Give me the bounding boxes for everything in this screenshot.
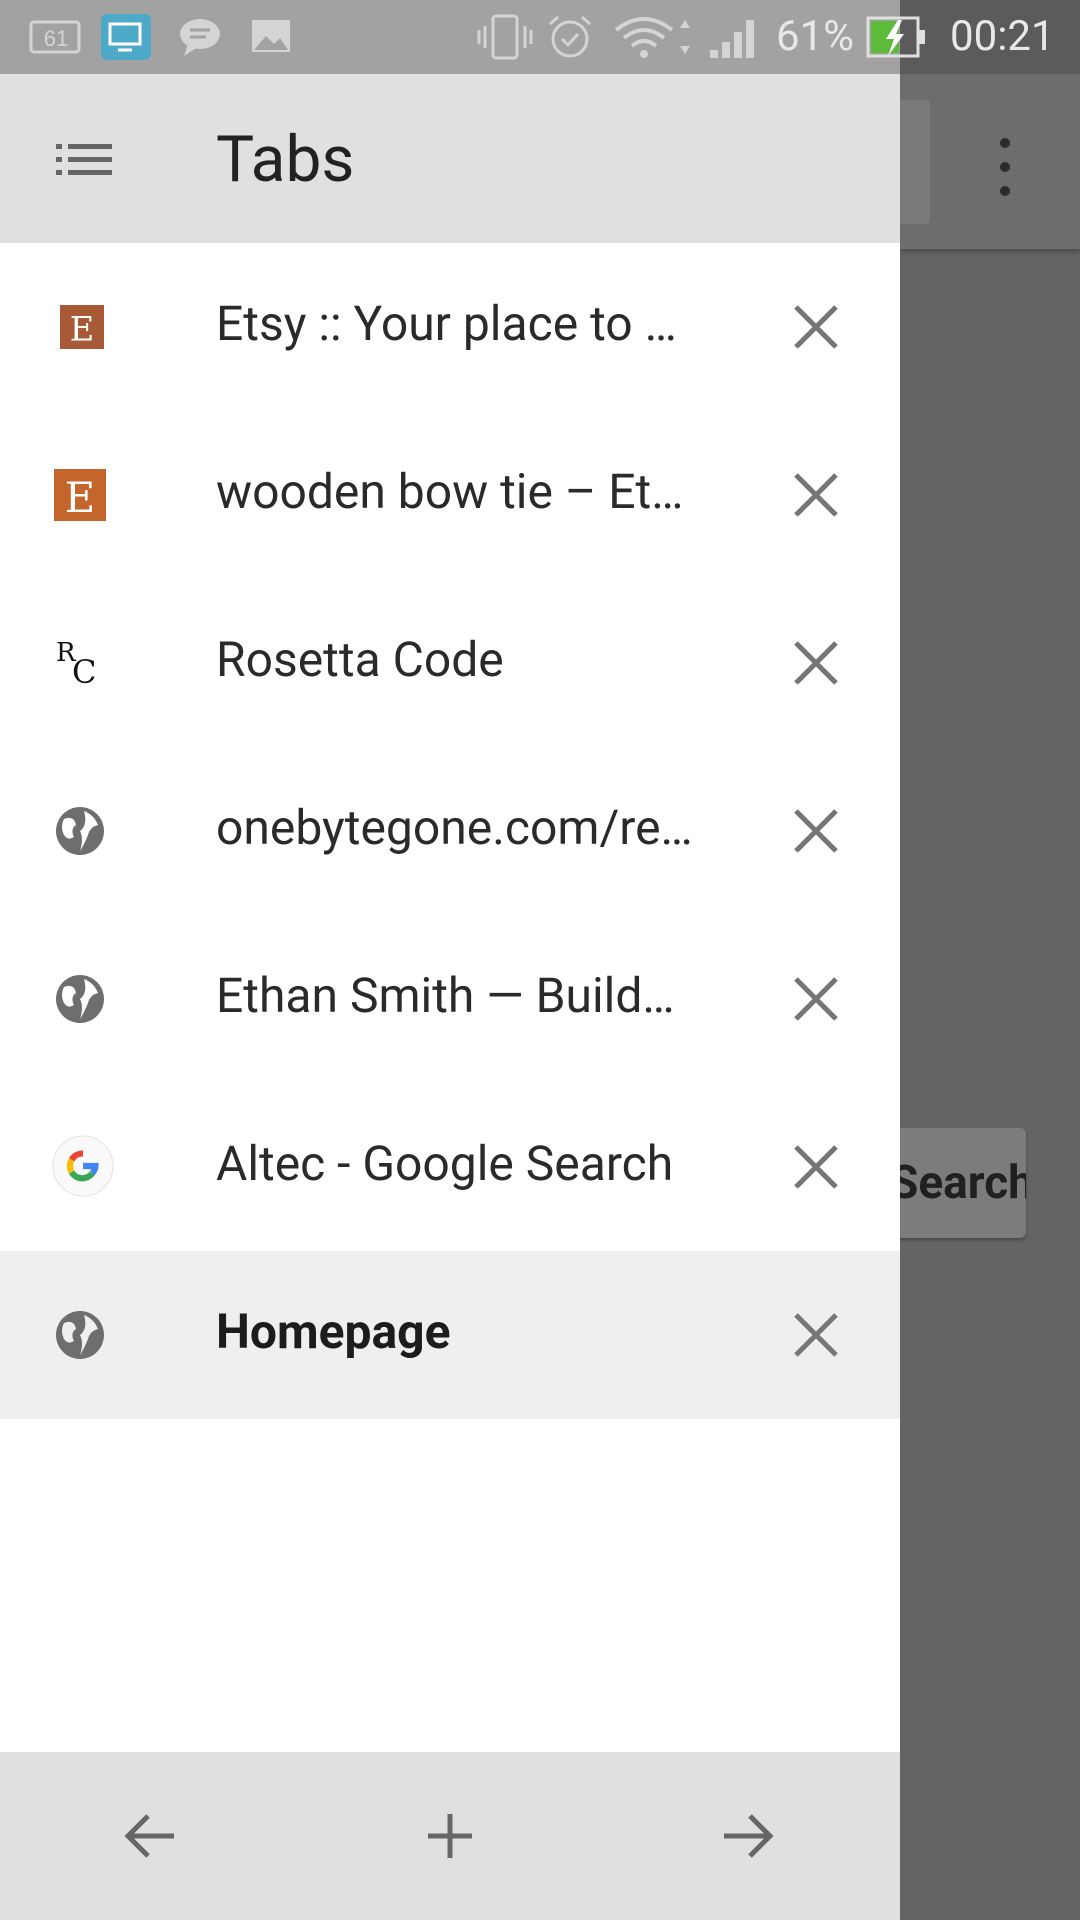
tab-row[interactable]: E Etsy :: Your place to b…: [0, 243, 900, 411]
background-browser-page[interactable]: Search: [890, 74, 1080, 1920]
alarm-icon: [549, 15, 591, 58]
tabs-drawer: Tabs E Etsy :: Your place to b… E wooden…: [0, 74, 900, 1920]
etsy-icon: E: [60, 305, 104, 349]
tab-row[interactable]: onebytegone.com/re…: [0, 747, 900, 915]
globe-icon: [56, 1311, 104, 1359]
background-search-button[interactable]: Search: [890, 1128, 1026, 1238]
clock: 00:21: [950, 12, 1055, 61]
signal-icon: [710, 20, 754, 58]
close-icon[interactable]: [790, 301, 842, 353]
chat-icon: [180, 19, 220, 56]
close-icon[interactable]: [790, 469, 842, 521]
google-icon: [52, 1135, 114, 1197]
new-tab-plus-icon[interactable]: [420, 1806, 480, 1866]
close-icon[interactable]: [790, 637, 842, 689]
close-icon[interactable]: [790, 1141, 842, 1193]
forward-arrow-icon[interactable]: [718, 1806, 778, 1866]
tab-title: onebytegone.com/re…: [216, 799, 693, 856]
close-icon[interactable]: [790, 1309, 842, 1361]
tab-title: Altec - Google Search: [216, 1135, 674, 1192]
svg-text:C: C: [72, 653, 96, 689]
overflow-menu-icon[interactable]: [1000, 138, 1012, 198]
notification-count-icon: 61: [29, 20, 81, 54]
drawer-header: Tabs: [0, 74, 900, 243]
battery-charging-icon: [866, 16, 925, 58]
screen-cast-app-icon: [101, 14, 151, 60]
close-icon[interactable]: [790, 973, 842, 1025]
tab-title: Rosetta Code: [216, 631, 504, 688]
battery-percent: 61%: [776, 12, 854, 61]
background-url-bar: [900, 100, 930, 224]
tab-title: Ethan Smith — Builde…: [216, 967, 696, 1024]
image-icon: [252, 20, 290, 52]
vibrate-icon: [477, 14, 533, 60]
tab-row[interactable]: R C Rosetta Code: [0, 579, 900, 747]
tab-title: Etsy :: Your place to b…: [216, 295, 696, 352]
tab-row[interactable]: Ethan Smith — Builde…: [0, 915, 900, 1083]
drawer-title: Tabs: [216, 122, 355, 197]
tab-row-active[interactable]: Homepage: [0, 1251, 900, 1419]
rosetta-code-icon: R C: [56, 638, 96, 689]
tab-list: E Etsy :: Your place to b… E wooden bow …: [0, 243, 900, 1419]
status-bar: 61 61% 00:21: [0, 0, 1080, 74]
tab-row[interactable]: E wooden bow tie – Etsy: [0, 411, 900, 579]
close-icon[interactable]: [790, 805, 842, 857]
tab-title: Homepage: [216, 1303, 451, 1360]
drawer-bottom-bar: [0, 1752, 900, 1920]
tab-title: wooden bow tie – Etsy: [216, 463, 696, 520]
globe-icon: [56, 807, 104, 855]
svg-text:E: E: [65, 473, 96, 521]
background-toolbar: [900, 74, 1080, 249]
svg-text:E: E: [70, 310, 95, 349]
wifi-icon: [614, 17, 690, 58]
svg-text:61: 61: [44, 26, 68, 51]
globe-icon: [56, 975, 104, 1023]
etsy-icon: E: [54, 469, 106, 521]
tab-row[interactable]: Altec - Google Search: [0, 1083, 900, 1251]
back-arrow-icon[interactable]: [120, 1806, 180, 1866]
tab-list-icon: [56, 144, 112, 175]
